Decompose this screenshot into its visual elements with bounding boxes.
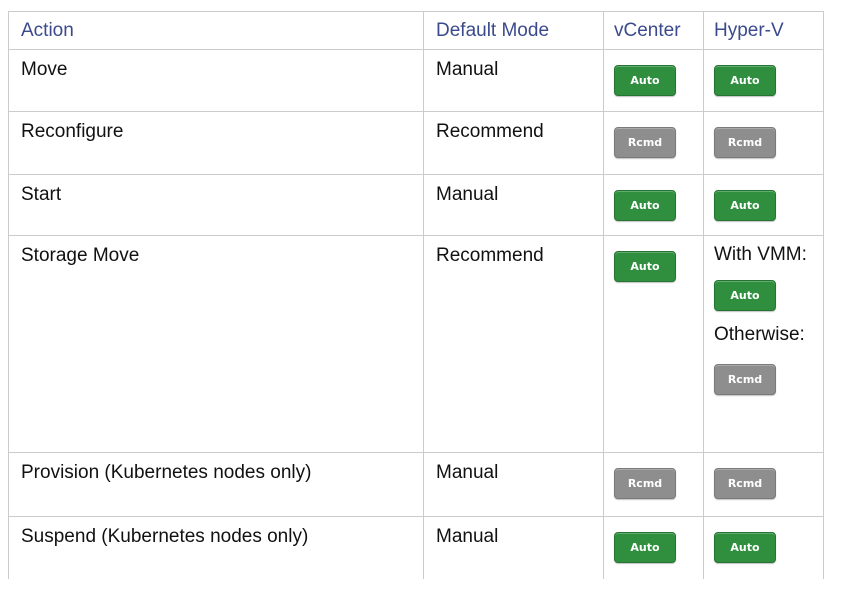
hyperv-cell: Auto (703, 49, 824, 112)
hyperv-with-vmm-mode-button[interactable]: Auto (714, 280, 776, 311)
vcenter-cell: Auto (603, 49, 704, 112)
vcenter-cell: Rcmd (603, 452, 704, 517)
default-mode-cell: Manual (423, 49, 604, 112)
vcenter-mode-button[interactable]: Rcmd (614, 127, 676, 158)
hyperv-cell: Auto (703, 174, 824, 236)
hyperv-otherwise-mode-button[interactable]: Rcmd (714, 364, 776, 395)
hyperv-cell: With VMM: Auto Otherwise: Rcmd (703, 235, 824, 453)
action-cell: Storage Move (8, 235, 424, 453)
hyperv-mode-button[interactable]: Rcmd (714, 468, 776, 499)
table-row: Provision (Kubernetes nodes only) Manual… (8, 452, 824, 517)
hyperv-mode-button[interactable]: Rcmd (714, 127, 776, 158)
vcenter-cell: Auto (603, 174, 704, 236)
vcenter-mode-button[interactable]: Auto (614, 532, 676, 563)
otherwise-label: Otherwise: (714, 324, 805, 345)
action-cell: Reconfigure (8, 111, 424, 175)
table-row: Reconfigure Recommend Rcmd Rcmd (8, 111, 824, 175)
table-row: Storage Move Recommend Auto With VMM: Au… (8, 235, 824, 453)
with-vmm-label: With VMM: (714, 244, 807, 265)
header-action: Action (8, 11, 424, 50)
table-header-row: Action Default Mode vCenter Hyper-V (8, 11, 824, 50)
hyperv-cell: Rcmd (703, 452, 824, 517)
action-cell: Start (8, 174, 424, 236)
hyperv-cell: Rcmd (703, 111, 824, 175)
hyperv-mode-button[interactable]: Auto (714, 65, 776, 96)
table-row: Start Manual Auto Auto (8, 174, 824, 236)
default-mode-cell: Recommend (423, 235, 604, 453)
vcenter-cell: Rcmd (603, 111, 704, 175)
vcenter-cell: Auto (603, 516, 704, 579)
vcenter-mode-button[interactable]: Auto (614, 65, 676, 96)
hyperv-mode-button[interactable]: Auto (714, 190, 776, 221)
header-vcenter: vCenter (603, 11, 704, 50)
table-row: Move Manual Auto Auto (8, 49, 824, 112)
action-cell: Move (8, 49, 424, 112)
action-cell: Provision (Kubernetes nodes only) (8, 452, 424, 517)
vcenter-mode-button[interactable]: Rcmd (614, 468, 676, 499)
table-row: Suspend (Kubernetes nodes only) Manual A… (8, 516, 824, 579)
hyperv-cell: Auto (703, 516, 824, 579)
vcenter-mode-button[interactable]: Auto (614, 251, 676, 282)
header-hyperv: Hyper-V (703, 11, 824, 50)
hyperv-mode-button[interactable]: Auto (714, 532, 776, 563)
hyperv-conditional-modes: With VMM: Auto Otherwise: Rcmd (714, 245, 823, 395)
default-mode-cell: Manual (423, 516, 604, 579)
default-mode-cell: Manual (423, 174, 604, 236)
vcenter-cell: Auto (603, 235, 704, 453)
action-cell: Suspend (Kubernetes nodes only) (8, 516, 424, 579)
action-mode-table: Action Default Mode vCenter Hyper-V Move… (8, 11, 824, 579)
vcenter-mode-button[interactable]: Auto (614, 190, 676, 221)
default-mode-cell: Manual (423, 452, 604, 517)
header-default-mode: Default Mode (423, 11, 604, 50)
default-mode-cell: Recommend (423, 111, 604, 175)
